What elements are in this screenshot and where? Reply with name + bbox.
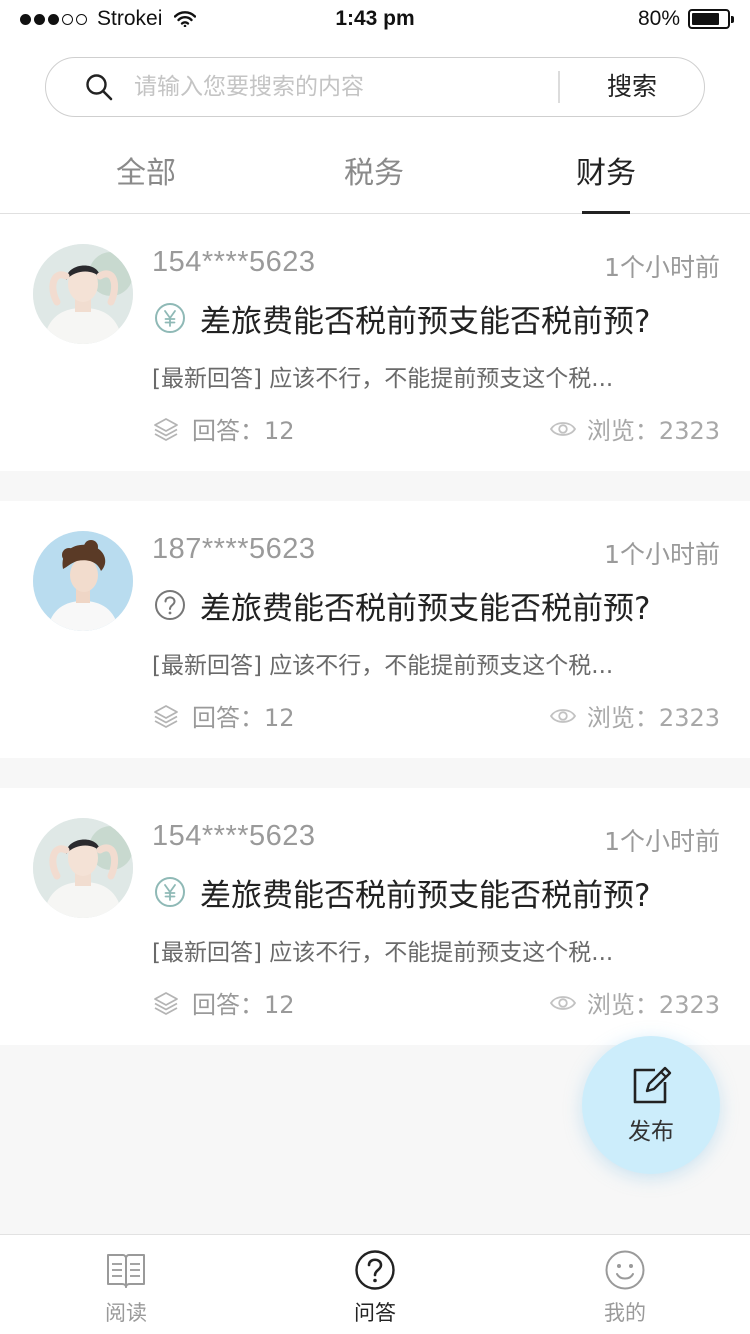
avatar[interactable] — [33, 818, 133, 918]
answers-label: 回答：12 — [192, 704, 295, 732]
edit-icon — [633, 1066, 672, 1104]
views-label: 浏览：2323 — [586, 991, 720, 1019]
views-count: 浏览：2323 — [549, 985, 720, 1020]
bottom-nav: 阅读 问答 我的 — [0, 1234, 750, 1334]
nav-label: 我的 — [604, 1301, 646, 1325]
yuan-icon — [155, 877, 185, 907]
question-title[interactable]: 差旅费能否税前预支能否税前预? — [200, 870, 650, 915]
tab-tax[interactable]: 税务 — [294, 152, 454, 214]
views-label: 浏览：2323 — [586, 704, 720, 732]
latest-answer: [最新回答] 应该不行，不能提前预支这个税... — [152, 366, 614, 392]
nav-read[interactable]: 阅读 — [66, 1235, 186, 1334]
nav-label: 问答 — [354, 1301, 396, 1325]
tab-finance[interactable]: 财务 — [526, 152, 686, 214]
avatar-image — [33, 818, 133, 918]
post-time: 1个小时前 — [604, 253, 720, 282]
tab-label: 全部 — [116, 156, 176, 191]
answers-count: 回答：12 — [152, 411, 295, 446]
tab-all[interactable]: 全部 — [66, 152, 226, 214]
avatar-image — [33, 531, 133, 631]
avatar[interactable] — [33, 244, 133, 344]
answers-count: 回答：12 — [152, 985, 295, 1020]
eye-icon — [549, 995, 576, 1010]
latest-answer: [最新回答] 应该不行，不能提前预支这个税... — [152, 653, 614, 679]
views-count: 浏览：2323 — [549, 411, 720, 446]
status-right: 80% — [637, 7, 734, 31]
answers-label: 回答：12 — [192, 417, 295, 445]
book-icon — [107, 1254, 145, 1288]
layers-icon — [154, 704, 178, 728]
latest-answer: [最新回答] 应该不行，不能提前预支这个税... — [152, 940, 614, 966]
question-card[interactable]: 154****5623 1个小时前 差旅费能否税前预支能否税前预? [最新回答]… — [0, 788, 750, 1045]
question-icon — [155, 590, 185, 620]
nav-label: 阅读 — [105, 1301, 147, 1325]
category-tabs: 全部 税务 财务 — [0, 152, 750, 214]
status-bar: Strokei 1:43 pm 80% — [0, 0, 750, 40]
eye-icon — [549, 421, 576, 436]
tab-label: 税务 — [344, 156, 404, 191]
avatar-image — [33, 244, 133, 344]
nav-qa[interactable]: 问答 — [315, 1235, 435, 1334]
post-time: 1个小时前 — [604, 827, 720, 856]
header: 搜索 全部 税务 财务 — [0, 40, 750, 214]
battery-fill — [692, 13, 720, 25]
yuan-icon — [155, 303, 185, 333]
views-label: 浏览：2323 — [586, 417, 720, 445]
tab-label: 财务 — [576, 156, 636, 191]
views-count: 浏览：2323 — [549, 698, 720, 733]
username: 154****5623 — [152, 246, 316, 278]
username: 154****5623 — [152, 820, 316, 852]
battery-percent: 80% — [637, 7, 680, 30]
layers-icon — [154, 417, 178, 441]
smiley-icon — [605, 1250, 645, 1290]
question-circle-icon — [355, 1250, 395, 1290]
answers-label: 回答：12 — [192, 991, 295, 1019]
battery-icon — [688, 9, 734, 29]
post-time: 1个小时前 — [604, 540, 720, 569]
search-button[interactable]: 搜索 — [560, 58, 704, 116]
search-icon — [86, 74, 113, 101]
answers-count: 回答：12 — [152, 698, 295, 733]
username: 187****5623 — [152, 533, 316, 565]
nav-mine[interactable]: 我的 — [565, 1235, 685, 1334]
question-card[interactable]: 154****5623 1个小时前 差旅费能否税前预支能否税前预? [最新回答]… — [0, 214, 750, 471]
eye-icon — [549, 708, 576, 723]
question-title[interactable]: 差旅费能否税前预支能否税前预? — [200, 296, 650, 341]
question-card[interactable]: 187****5623 1个小时前 差旅费能否税前预支能否税前预? [最新回答]… — [0, 501, 750, 758]
search-bar[interactable]: 搜索 — [45, 57, 705, 117]
search-input[interactable] — [134, 68, 554, 106]
avatar[interactable] — [33, 531, 133, 631]
question-title[interactable]: 差旅费能否税前预支能否税前预? — [200, 583, 650, 628]
publish-button[interactable]: 发布 — [582, 1036, 720, 1174]
publish-label: 发布 — [628, 1119, 674, 1145]
layers-icon — [154, 991, 178, 1015]
